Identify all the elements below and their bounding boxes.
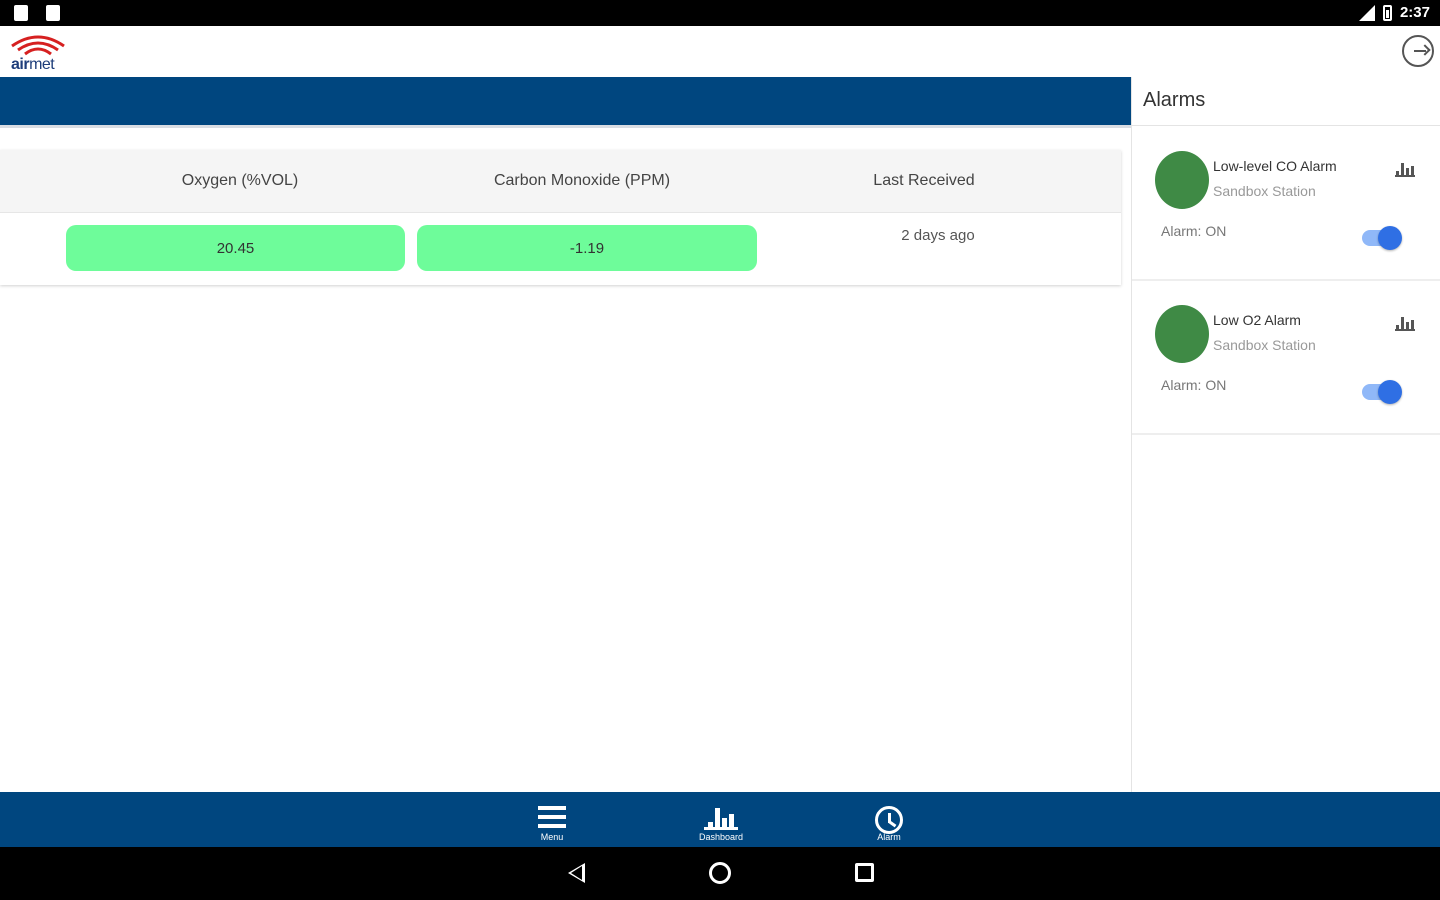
alarm-state: Alarm: ON xyxy=(1161,223,1227,239)
bottom-navigation: Menu Dashboard Alarm xyxy=(0,792,1440,847)
alarm-toggle[interactable] xyxy=(1362,226,1402,250)
logo-text: airmet xyxy=(11,56,55,73)
alarms-title: Alarms xyxy=(1143,89,1206,111)
divider xyxy=(1132,125,1440,126)
system-navigation-bar xyxy=(0,847,1440,900)
airmet-logo[interactable]: airmet xyxy=(8,32,68,74)
status-time: 2:37 xyxy=(1399,4,1430,21)
sd-card-icon xyxy=(14,5,28,21)
nav-dashboard-label: Dashboard xyxy=(698,832,744,842)
notification-icons xyxy=(14,5,60,21)
home-icon[interactable] xyxy=(709,862,731,884)
header-oxygen: Oxygen (%VOL) xyxy=(181,172,299,189)
menu-icon xyxy=(538,806,566,830)
alarms-panel: Alarms Low-level CO Alarm Sandbox Statio… xyxy=(1131,77,1440,792)
signal-icon xyxy=(1358,4,1375,21)
nav-dashboard-button[interactable]: Dashboard xyxy=(686,802,756,844)
table-header: Oxygen (%VOL) Carbon Monoxide (PPM) Last… xyxy=(0,150,1121,213)
header-last-received: Last Received xyxy=(873,172,975,189)
co-value-badge[interactable]: -1.19 xyxy=(417,225,757,271)
app-header: airmet xyxy=(0,26,1440,77)
alarm-status-indicator xyxy=(1155,151,1209,209)
oxygen-value-badge[interactable]: 20.45 xyxy=(66,225,405,271)
status-bar: 2:37 xyxy=(0,0,1440,26)
chart-icon[interactable] xyxy=(1395,315,1415,331)
nav-alarm-button[interactable]: Alarm xyxy=(854,802,924,844)
banner-shadow xyxy=(0,125,1131,128)
header-banner xyxy=(0,77,1131,125)
header-carbon-monoxide: Carbon Monoxide (PPM) xyxy=(493,172,671,189)
readings-table: Oxygen (%VOL) Carbon Monoxide (PPM) Last… xyxy=(0,150,1121,285)
logout-icon[interactable] xyxy=(1402,35,1434,67)
alarm-name: Low O2 Alarm xyxy=(1213,312,1301,328)
system-icons: 2:37 xyxy=(1358,4,1430,21)
alarm-toggle[interactable] xyxy=(1362,380,1402,404)
alarm-state: Alarm: ON xyxy=(1161,377,1227,393)
alarm-card-co[interactable]: Low-level CO Alarm Sandbox Station Alarm… xyxy=(1132,127,1440,281)
chart-icon[interactable] xyxy=(1395,161,1415,177)
back-icon[interactable] xyxy=(568,863,585,883)
nav-alarm-label: Alarm xyxy=(877,832,901,842)
nav-menu-button[interactable]: Menu xyxy=(517,802,587,844)
alarm-status-indicator xyxy=(1155,305,1209,363)
logo-arc-icon xyxy=(11,35,65,56)
alarm-name: Low-level CO Alarm xyxy=(1213,158,1337,174)
alarm-card-o2[interactable]: Low O2 Alarm Sandbox Station Alarm: ON xyxy=(1132,281,1440,435)
battery-icon xyxy=(1382,4,1392,21)
nav-menu-label: Menu xyxy=(540,832,564,842)
alarm-station: Sandbox Station xyxy=(1213,183,1316,199)
android-icon xyxy=(46,5,60,21)
last-received-value: 2 days ago xyxy=(901,227,975,244)
alarm-clock-icon xyxy=(875,806,903,834)
alarm-station: Sandbox Station xyxy=(1213,337,1316,353)
recent-apps-icon[interactable] xyxy=(855,863,874,882)
bar-chart-icon xyxy=(704,806,738,830)
app-screen: 2:37 airmet Oxygen (%VOL) Carbon Monoxid… xyxy=(0,0,1440,900)
